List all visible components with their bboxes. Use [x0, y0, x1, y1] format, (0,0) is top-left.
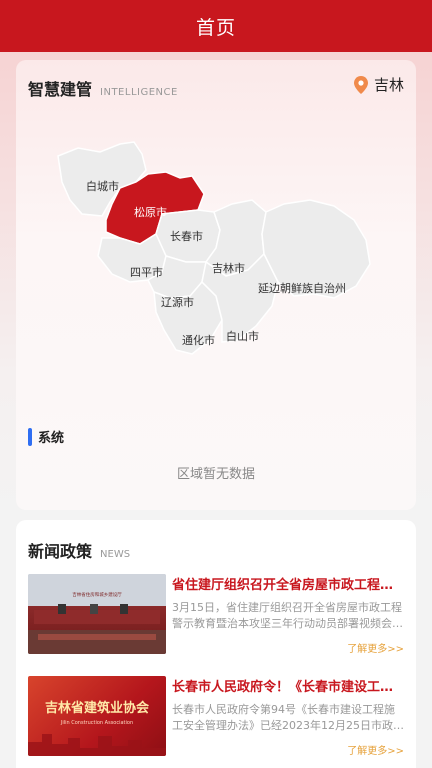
map-label-siping: 四平市 [130, 265, 163, 279]
map-card-header: 智慧建管 INTELLIGENCE [28, 76, 178, 100]
top-bar: 首页 [0, 0, 432, 52]
news-title-en: NEWS [100, 549, 131, 560]
section-accent-bar [28, 427, 32, 446]
map-label-songyuan: 松原市 [134, 205, 167, 219]
map-label-baicheng: 白城市 [86, 179, 119, 193]
news-item[interactable]: 吉林省建筑业协会 Jilin Construction Association … [28, 676, 404, 758]
map-label-changchun: 长春市 [170, 229, 203, 243]
thumb-caption: 吉林省住房和城乡建设厅 [72, 591, 122, 598]
news-thumbnail: 吉林省住房和城乡建设厅 [28, 574, 166, 654]
map-card-title-en: INTELLIGENCE [100, 87, 178, 98]
system-section: 系统 [28, 427, 64, 446]
system-label: 系统 [38, 431, 65, 446]
news-title: 新闻政策 [28, 542, 93, 561]
news-item-title[interactable]: 长春市人民政府令！《长春市建设工程… [172, 676, 404, 695]
empty-state-text: 区域暂无数据 [176, 467, 255, 482]
page-title: 首页 [195, 16, 236, 39]
location-label: 吉林 [373, 76, 404, 94]
news-item-title[interactable]: 省住建厅组织召开全省房屋市政工程… [172, 574, 404, 593]
location-selector[interactable]: 吉林 [353, 74, 404, 95]
news-thumbnail: 吉林省建筑业协会 Jilin Construction Association [28, 676, 166, 756]
news-item-summary: 长春市人民政府令第94号《长春市建设工程施工安全管理办法》已经2023年12月2… [172, 703, 404, 732]
location-pin-icon [353, 75, 368, 94]
map-label-jilin: 吉林市 [212, 261, 245, 275]
thumb-banner-title: 吉林省建筑业协会 [45, 700, 150, 716]
map-label-baishan: 白山市 [226, 329, 259, 343]
map-card-title: 智慧建管 [28, 80, 93, 99]
news-header: 新闻政策 NEWS [28, 538, 130, 562]
map-label-liaoyuan: 辽源市 [161, 295, 194, 309]
news-item[interactable]: 吉林省住房和城乡建设厅 省住建厅组织召开全省房屋市政工程… 3月15日，省住建厅… [28, 574, 404, 656]
map-label-yanbian: 延边朝鲜族自治州 [258, 281, 346, 295]
map-label-tonghua: 通化市 [182, 333, 215, 347]
news-policy-card: 新闻政策 NEWS 吉林省住房和城乡建设厅 省住建厅组织召开全省房屋市政工程… … [16, 520, 416, 768]
smart-management-card: 智慧建管 INTELLIGENCE 吉林 白城市 松原市 长春市 四平市 吉林市 [16, 60, 416, 510]
news-item-summary: 3月15日，省住建厅组织召开全省房屋市政工程警示教育暨治本攻坚三年行动动员部署视… [172, 601, 403, 630]
thumb-banner-subtitle: Jilin Construction Association [60, 720, 133, 726]
association-banner: 吉林省建筑业协会 Jilin Construction Association [28, 700, 166, 756]
read-more-link[interactable]: 了解更多>> [347, 742, 404, 757]
read-more-link[interactable]: 了解更多>> [347, 640, 404, 655]
jilin-province-map: 白城市 松原市 长春市 四平市 吉林市 辽源市 延边朝鲜族自治州 通化市 白山市 [57, 141, 371, 355]
meeting-photo: 吉林省住房和城乡建设厅 [28, 574, 166, 654]
